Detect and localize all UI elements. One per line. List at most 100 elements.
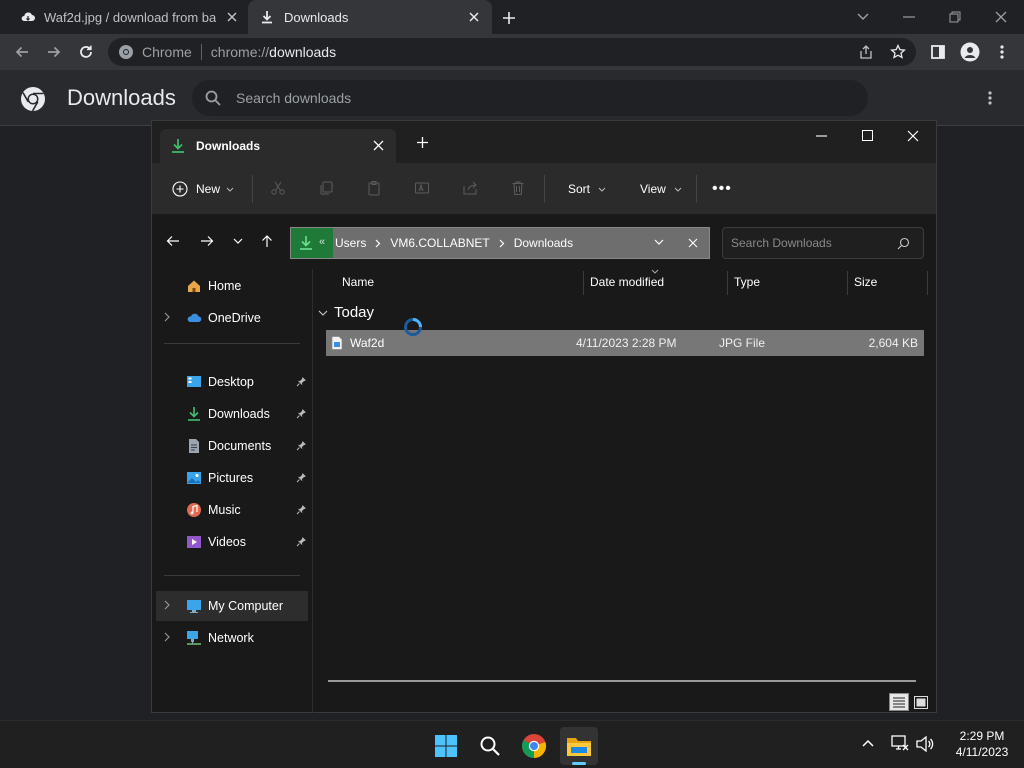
sidebar-item-pictures[interactable]: Pictures: [156, 463, 308, 493]
sidebar-item-my-computer[interactable]: My Computer: [156, 591, 308, 621]
plus-icon: [503, 12, 515, 24]
chevron-right-icon[interactable]: [164, 312, 170, 322]
search-downloads-field[interactable]: Search Downloads: [722, 227, 924, 259]
up-button[interactable]: [261, 234, 273, 248]
sidebar-item-network[interactable]: Network: [156, 623, 308, 653]
column-header-type[interactable]: Type: [734, 275, 760, 289]
pin-icon[interactable]: [296, 536, 307, 547]
sidebar-item-music[interactable]: Music: [156, 495, 308, 525]
view-label: View: [640, 182, 666, 196]
chevron-right-icon[interactable]: [164, 632, 170, 642]
column-header-name[interactable]: Name: [342, 275, 374, 289]
more-icon: •••: [712, 180, 732, 197]
taskbar-chrome-button[interactable]: [515, 727, 553, 765]
new-explorer-tab-button[interactable]: [416, 136, 429, 149]
column-header-size[interactable]: Size: [854, 275, 877, 289]
search-downloads-input[interactable]: Search downloads: [192, 80, 868, 116]
explorer-tab-downloads[interactable]: Downloads: [160, 129, 396, 163]
breadcrumb-vm6-collabnet[interactable]: VM6.COLLABNET: [390, 236, 489, 250]
column-header-date[interactable]: Date modified: [590, 275, 664, 289]
column-divider: [927, 271, 928, 295]
pin-icon[interactable]: [296, 376, 307, 387]
tab-search-button[interactable]: [840, 0, 886, 34]
pin-icon[interactable]: [296, 504, 307, 515]
tiles-view-icon: [914, 695, 928, 709]
rename-icon[interactable]: [412, 178, 432, 198]
address-bar[interactable]: « Users VM6.COLLABNET Downloads: [290, 227, 710, 259]
paste-icon[interactable]: [364, 178, 384, 198]
chrome-menu-button[interactable]: [988, 38, 1016, 66]
share-icon[interactable]: [858, 44, 874, 60]
sidebar-item-label: OneDrive: [208, 311, 261, 325]
back-button[interactable]: [166, 235, 180, 247]
browser-tab-waf2d[interactable]: Waf2d.jpg / download from bash: [8, 0, 244, 34]
breadcrumb-downloads[interactable]: Downloads: [514, 236, 573, 250]
view-button[interactable]: View: [640, 175, 682, 203]
close-icon: [907, 130, 919, 142]
explorer-close-button[interactable]: [907, 130, 919, 142]
close-icon[interactable]: [226, 11, 238, 23]
delete-icon[interactable]: [508, 178, 528, 198]
sort-button[interactable]: Sort: [568, 175, 606, 203]
network-status-icon[interactable]: [891, 735, 909, 751]
plus-circle-icon: [172, 181, 188, 197]
clock[interactable]: 2:29 PM 4/11/2023: [944, 728, 1020, 760]
breadcrumb-users[interactable]: Users: [335, 236, 366, 250]
show-hidden-icons-button[interactable]: [862, 739, 874, 747]
copy-icon[interactable]: [316, 178, 336, 198]
start-button[interactable]: [427, 727, 465, 765]
close-icon[interactable]: [468, 11, 480, 23]
share-icon[interactable]: [460, 178, 480, 198]
reload-button[interactable]: [72, 38, 100, 66]
more-vertical-icon[interactable]: [988, 90, 992, 106]
browser-tab-strip: Waf2d.jpg / download from bash Downloads: [0, 0, 1024, 34]
minimize-button[interactable]: [886, 0, 932, 34]
details-view-button[interactable]: [889, 693, 909, 711]
tiles-view-button[interactable]: [912, 693, 930, 711]
address-dropdown-icon[interactable]: [654, 239, 664, 245]
cut-icon[interactable]: [268, 178, 288, 198]
forward-button[interactable]: [40, 38, 68, 66]
taskbar: 2:29 PM 4/11/2023: [0, 720, 1024, 768]
restore-icon: [949, 11, 961, 23]
profile-button[interactable]: [956, 38, 984, 66]
sidebar-item-videos[interactable]: Videos: [156, 527, 308, 557]
more-options-button[interactable]: •••: [712, 175, 732, 203]
download-icon: [170, 138, 186, 154]
volume-icon[interactable]: [916, 736, 934, 752]
restore-button[interactable]: [932, 0, 978, 34]
back-button[interactable]: [8, 38, 36, 66]
new-tab-button[interactable]: [498, 7, 520, 29]
forward-button[interactable]: [200, 235, 214, 247]
clear-address-icon[interactable]: [688, 238, 698, 248]
chevron-down-icon: [857, 13, 869, 20]
chevron-right-icon[interactable]: [164, 600, 170, 610]
sidebar-item-documents[interactable]: Documents: [156, 431, 308, 461]
taskbar-search-button[interactable]: [471, 727, 509, 765]
horizontal-scrollbar[interactable]: [328, 680, 916, 682]
breadcrumb-overflow[interactable]: «: [319, 236, 325, 248]
taskbar-file-explorer-button[interactable]: [560, 727, 598, 765]
new-button[interactable]: New: [172, 175, 234, 203]
explorer-minimize-button[interactable]: [816, 135, 827, 137]
explorer-maximize-button[interactable]: [862, 130, 873, 141]
sidebar-item-home[interactable]: Home: [156, 271, 308, 301]
browser-tab-downloads[interactable]: Downloads: [248, 0, 492, 34]
pin-icon[interactable]: [296, 440, 307, 451]
pin-icon[interactable]: [296, 472, 307, 483]
sidebar-item-onedrive[interactable]: OneDrive: [156, 303, 308, 333]
group-header-today[interactable]: Today: [318, 304, 374, 321]
close-window-button[interactable]: [978, 0, 1024, 34]
recent-locations-button[interactable]: [233, 238, 243, 244]
sidebar-item-label: Network: [208, 631, 254, 645]
sidebar-item-desktop[interactable]: Desktop: [156, 367, 308, 397]
explorer-navigation-bar: « Users VM6.COLLABNET Downloads Search D…: [152, 215, 936, 267]
pin-icon[interactable]: [296, 408, 307, 419]
omnibox[interactable]: Chrome chrome:// downloads: [108, 38, 916, 66]
file-type: JPG File: [719, 336, 766, 350]
sidebar-item-label: Documents: [208, 439, 272, 453]
bookmark-star-icon[interactable]: [890, 44, 906, 60]
close-icon[interactable]: [373, 140, 384, 151]
side-panel-button[interactable]: [924, 38, 952, 66]
sidebar-item-downloads[interactable]: Downloads: [156, 399, 308, 429]
